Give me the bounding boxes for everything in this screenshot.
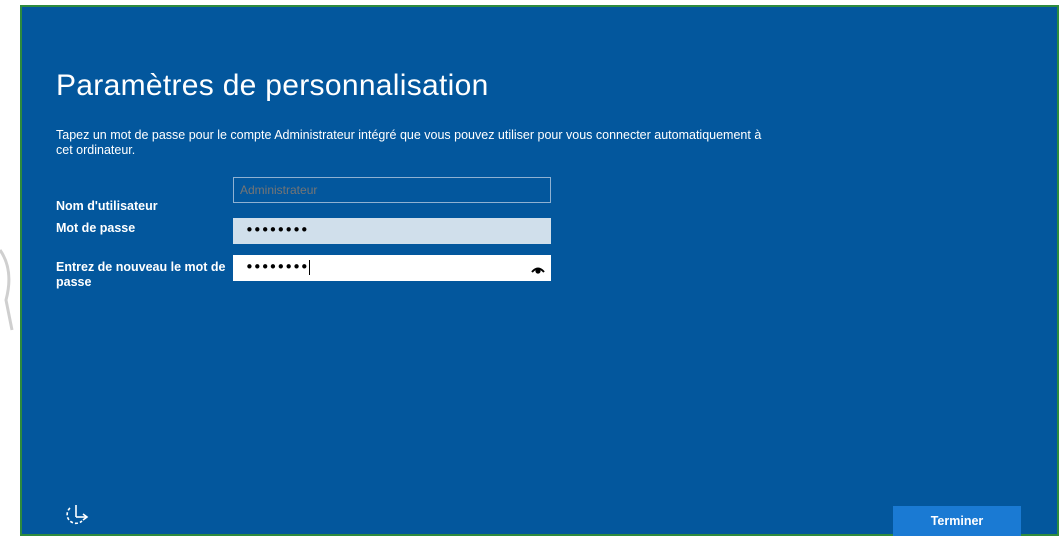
username-label: Nom d'utilisateur — [56, 199, 158, 213]
password-field[interactable]: •••••••• — [233, 218, 551, 244]
finish-button[interactable]: Terminer — [893, 506, 1021, 536]
page-title: Paramètres de personnalisation — [56, 69, 489, 102]
password-label: Mot de passe — [56, 221, 136, 235]
confirm-password-label: Entrez de nouveau le mot de passe — [56, 260, 226, 289]
text-caret — [308, 260, 310, 275]
page-description: Tapez un mot de passe pour le compte Adm… — [56, 128, 762, 157]
password-value: •••••••• — [245, 221, 309, 239]
reveal-password-eye-icon[interactable] — [531, 262, 545, 280]
confirm-password-text: •••••••• — [245, 258, 310, 276]
ease-of-access-icon[interactable] — [62, 503, 92, 534]
username-field[interactable] — [233, 177, 551, 203]
setup-window: Paramètres de personnalisation Tapez un … — [20, 5, 1059, 536]
confirm-password-value: •••••••• — [245, 258, 309, 276]
confirm-password-field[interactable]: •••••••• — [233, 255, 551, 281]
